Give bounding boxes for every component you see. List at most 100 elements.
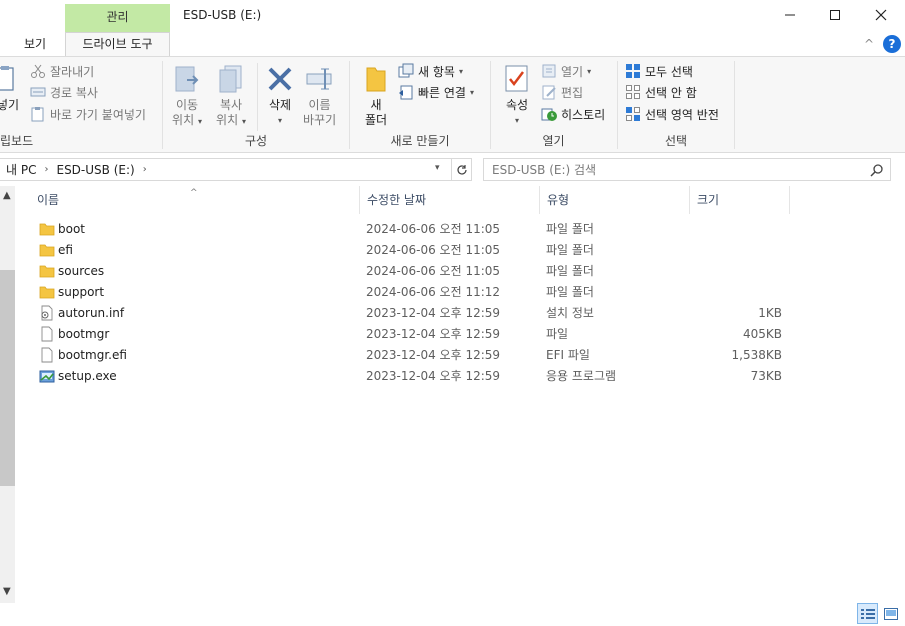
tab-view[interactable]: 보기 — [24, 35, 46, 52]
file-type: 파일 폴더 — [546, 285, 594, 299]
copy-path-button[interactable]: 경로 복사 — [30, 82, 98, 102]
group-label-organize: 구성 — [244, 134, 268, 148]
column-header-name[interactable]: 이름 — [30, 186, 360, 214]
file-name: sources — [58, 264, 105, 278]
group-label-select: 선택 — [664, 134, 688, 148]
scrollbar-thumb[interactable] — [0, 270, 15, 486]
move-to-button[interactable]: 이동 위치 ▾ — [171, 63, 203, 129]
file-type: EFI 파일 — [546, 348, 590, 362]
address-history-dropdown-icon[interactable]: ▾ — [435, 163, 440, 173]
new-item-icon — [398, 63, 414, 78]
chevron-right-icon[interactable]: › — [143, 164, 147, 175]
edit-button[interactable]: 편집 — [541, 82, 583, 102]
paste-button[interactable]: 넣기 — [0, 63, 24, 113]
scroll-up-icon[interactable]: ▲ — [3, 190, 11, 201]
nav-pane-scrollbar[interactable]: ▲ ▼ — [0, 186, 15, 603]
move-to-label-2: 위치 — [172, 113, 195, 127]
select-none-button[interactable]: 선택 안 함 — [625, 82, 697, 102]
file-type: 파일 폴더 — [546, 243, 594, 257]
file-type: 파일 폴더 — [546, 264, 594, 278]
new-item-label: 새 항목 — [418, 64, 455, 79]
file-row[interactable]: setup.exe 2023-12-04 오후 12:59 응용 프로그램 73KB — [30, 366, 790, 387]
breadcrumb-drive[interactable]: ESD-USB (E:) — [56, 163, 134, 177]
search-icon[interactable] — [870, 163, 884, 177]
refresh-icon — [456, 164, 467, 175]
invert-selection-button[interactable]: 선택 영역 반전 — [625, 104, 719, 124]
column-header-size[interactable]: 크기 — [690, 186, 790, 214]
open-button[interactable]: 열기 ▾ — [541, 61, 591, 81]
delete-label: 삭제 — [268, 98, 292, 112]
chevron-right-icon[interactable]: › — [44, 164, 48, 175]
delete-button[interactable]: 삭제 ▾ — [264, 63, 296, 128]
select-all-button[interactable]: 모두 선택 — [625, 61, 693, 81]
history-icon — [541, 108, 557, 121]
folder-icon — [39, 244, 55, 257]
details-view-button[interactable] — [857, 603, 878, 624]
file-list: boot 2024-06-06 오전 11:05 파일 폴더 efi 2024-06-0… — [30, 219, 790, 387]
new-folder-label-2: 폴더 — [364, 113, 388, 127]
invert-selection-icon — [626, 107, 640, 121]
ribbon-group-open: 속성 ▾ 열기 ▾ 편집 히스토리 열기 — [491, 57, 616, 153]
file-size: 405KB — [742, 327, 782, 341]
scroll-down-icon[interactable]: ▼ — [3, 586, 11, 597]
tab-drive-tools[interactable]: 드라이브 도구 — [65, 32, 170, 57]
file-type: 파일 — [546, 327, 569, 341]
file-row[interactable]: support 2024-06-06 오전 11:12 파일 폴더 — [30, 282, 790, 303]
file-size — [690, 219, 782, 240]
maximize-icon — [830, 10, 840, 20]
group-label-clipboard: 립보드 — [0, 134, 34, 148]
file-row[interactable]: autorun.inf 2023-12-04 오후 12:59 설치 정보 1KB — [30, 303, 790, 324]
edit-label: 편집 — [561, 85, 584, 100]
context-tab-header[interactable]: 관리 — [65, 4, 170, 32]
file-date: 2023-12-04 오후 12:59 — [366, 348, 501, 362]
search-placeholder: ESD-USB (E:) 검색 — [492, 163, 597, 177]
file-date: 2023-12-04 오후 12:59 — [366, 369, 501, 383]
file-name: setup.exe — [58, 369, 117, 383]
file-row[interactable]: bootmgr 2023-12-04 오후 12:59 파일 405KB — [30, 324, 790, 345]
file-row[interactable]: boot 2024-06-06 오전 11:05 파일 폴더 — [30, 219, 790, 240]
copy-to-label-1: 복사 — [219, 98, 243, 112]
file-name: efi — [58, 243, 73, 257]
rename-icon — [304, 63, 336, 95]
file-size — [690, 240, 782, 261]
move-to-icon — [171, 63, 203, 95]
file-type: 파일 폴더 — [546, 222, 594, 236]
minimize-button[interactable] — [767, 0, 813, 30]
cut-button[interactable]: 잘라내기 — [30, 61, 94, 81]
cut-label: 잘라내기 — [50, 64, 95, 79]
close-button[interactable] — [858, 0, 904, 30]
large-icons-view-button[interactable] — [880, 603, 901, 624]
paste-shortcut-button[interactable]: 바로 가기 붙여넣기 — [30, 104, 146, 124]
file-date: 2023-12-04 오후 12:59 — [366, 327, 501, 341]
select-all-icon — [626, 64, 640, 78]
collapse-ribbon-icon[interactable]: ^ — [864, 37, 874, 51]
file-name: autorun.inf — [58, 306, 125, 320]
history-button[interactable]: 히스토리 — [541, 104, 605, 124]
maximize-button[interactable] — [812, 0, 858, 30]
easy-access-button[interactable]: 빠른 연결 ▾ — [398, 82, 474, 102]
refresh-button[interactable] — [452, 158, 472, 181]
copy-to-icon — [215, 63, 247, 95]
details-view-icon — [860, 608, 875, 619]
breadcrumb-this-pc[interactable]: 내 PC — [6, 161, 36, 178]
file-row[interactable]: sources 2024-06-06 오전 11:05 파일 폴더 — [30, 261, 790, 282]
ribbon-inner-separator — [257, 63, 258, 131]
new-folder-button[interactable]: 새 폴더 — [360, 63, 392, 128]
new-folder-label-1: 새 — [370, 98, 382, 112]
file-row[interactable]: efi 2024-06-06 오전 11:05 파일 폴더 — [30, 240, 790, 261]
help-icon[interactable]: ? — [883, 35, 901, 53]
address-bar[interactable]: 내 PC › ESD-USB (E:) › — [0, 158, 452, 181]
setup-info-icon — [41, 305, 53, 321]
paste-icon — [0, 63, 24, 95]
column-header-date[interactable]: 수정한 날짜 — [360, 186, 540, 214]
rename-button[interactable]: 이름 바꾸기 — [303, 63, 336, 128]
properties-button[interactable]: 속성 ▾ — [501, 63, 533, 128]
new-item-button[interactable]: 새 항목 ▾ — [398, 61, 463, 81]
rename-label-2: 바꾸기 — [303, 113, 337, 127]
history-label: 히스토리 — [561, 107, 606, 122]
copy-to-button[interactable]: 복사 위치 ▾ — [215, 63, 247, 129]
search-input[interactable]: ESD-USB (E:) 검색 — [483, 158, 891, 181]
easy-access-label: 빠른 연결 — [418, 85, 466, 100]
column-header-type[interactable]: 유형 — [540, 186, 690, 214]
file-row[interactable]: bootmgr.efi 2023-12-04 오후 12:59 EFI 파일 1,53… — [30, 345, 790, 366]
